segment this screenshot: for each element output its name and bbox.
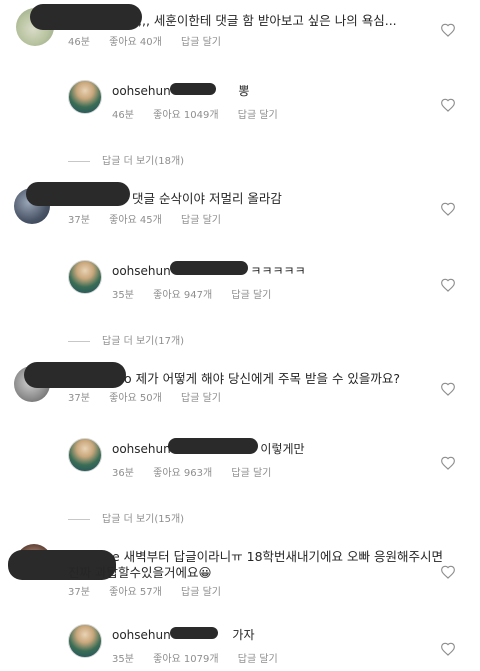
view-more-replies-button[interactable]: 답글 더 보기(15개) (68, 510, 184, 525)
comment-likes[interactable]: 좋아요 57개 (109, 587, 162, 598)
comment-meta: 36분 좋아요 963개 답글 달기 (112, 464, 287, 479)
redacted-username (24, 362, 126, 388)
reply-button[interactable]: 답글 달기 (181, 37, 221, 48)
heart-icon[interactable] (440, 565, 456, 579)
comment-likes[interactable]: 좋아요 45개 (109, 215, 162, 226)
comment-meta: 46분 좋아요 40개 답글 달기 (68, 33, 237, 48)
comment-time: 36분 (112, 468, 134, 479)
avatar[interactable] (68, 80, 102, 114)
comment-meta: 46분 좋아요 1049개 답글 달기 (112, 106, 294, 121)
username[interactable]: oohsehun (112, 628, 171, 642)
username[interactable]: oohsehun (112, 264, 171, 278)
reply-button[interactable]: 답글 달기 (181, 393, 221, 404)
redacted-username (30, 4, 142, 30)
redacted-mention (170, 261, 248, 275)
heart-icon[interactable] (440, 456, 456, 470)
heart-icon[interactable] (440, 202, 456, 216)
reply-button[interactable]: 답글 달기 (238, 110, 278, 121)
comment-likes[interactable]: 좋아요 1049개 (153, 110, 218, 121)
redacted-username (26, 182, 130, 206)
comment-time: 46분 (112, 110, 134, 121)
view-more-replies-button[interactable]: 답글 더 보기(18개) (68, 152, 184, 167)
comment-likes[interactable]: 좋아요 947개 (153, 290, 212, 301)
comment-meta: 35분 좋아요 947개 답글 달기 (112, 286, 287, 301)
redacted-mention (168, 438, 258, 454)
reply-button[interactable]: 답글 달기 (231, 290, 271, 301)
username[interactable]: oohsehun (112, 84, 171, 98)
comment-time: 35분 (112, 654, 134, 665)
avatar[interactable] (68, 260, 102, 294)
reply-text: 가자 (232, 628, 255, 642)
comment-meta: 37분 좋아요 50개 답글 달기 (68, 389, 237, 404)
reply-text: ㅋㅋㅋㅋㅋ (250, 264, 306, 278)
avatar[interactable] (68, 624, 102, 658)
comment-likes[interactable]: 좋아요 963개 (153, 468, 212, 479)
reply-text: 뽕 (238, 84, 250, 98)
reply-button[interactable]: 답글 달기 (181, 215, 221, 226)
comment-meta: 37분 좋아요 45개 답글 달기 (68, 211, 237, 226)
comment-text: o 제가 어떻게 해야 당신에게 주목 받을 수 있을까요? (124, 371, 401, 386)
comment-likes[interactable]: 좋아요 1079개 (153, 654, 218, 665)
comment-time: 37분 (68, 587, 90, 598)
comment-time: 35분 (112, 290, 134, 301)
heart-icon[interactable] (440, 98, 456, 112)
comment-time: 37분 (68, 215, 90, 226)
reply-button[interactable]: 답글 달기 (238, 654, 278, 665)
comment-likes[interactable]: 좋아요 40개 (109, 37, 162, 48)
redacted-mention (170, 83, 216, 95)
comment-time: 46분 (68, 37, 90, 48)
comment-meta: 35분 좋아요 1079개 답글 달기 (112, 650, 294, 665)
username[interactable]: oohsehun (112, 442, 171, 456)
view-more-label: 답글 더 보기(15개) (102, 514, 185, 525)
reply-button[interactable]: 답글 달기 (181, 587, 221, 598)
heart-icon[interactable] (440, 382, 456, 396)
view-more-label: 답글 더 보기(17개) (102, 336, 185, 347)
redacted-mention (170, 627, 218, 639)
reply-button[interactable]: 답글 달기 (231, 468, 271, 479)
comment-text-line2: 진짜 과탑할수있을거에요😀 (68, 565, 212, 580)
reply-text: 이렇게만 (260, 442, 305, 456)
heart-icon[interactable] (440, 642, 456, 656)
comment-text: 댓글 순삭이야 저멀리 올라감 (132, 191, 282, 206)
avatar[interactable] (68, 438, 102, 472)
heart-icon[interactable] (440, 278, 456, 292)
comment-likes[interactable]: 좋아요 50개 (109, 393, 162, 404)
view-more-replies-button[interactable]: 답글 더 보기(17개) (68, 332, 184, 347)
heart-icon[interactable] (440, 23, 456, 37)
comment-time: 37분 (68, 393, 90, 404)
comment-text: ,,, 세훈이한테 댓글 함 받아보고 싶은 나의 욕심... (138, 13, 397, 28)
comment-meta: 37분 좋아요 57개 답글 달기 (68, 583, 237, 598)
view-more-label: 답글 더 보기(18개) (102, 156, 185, 167)
